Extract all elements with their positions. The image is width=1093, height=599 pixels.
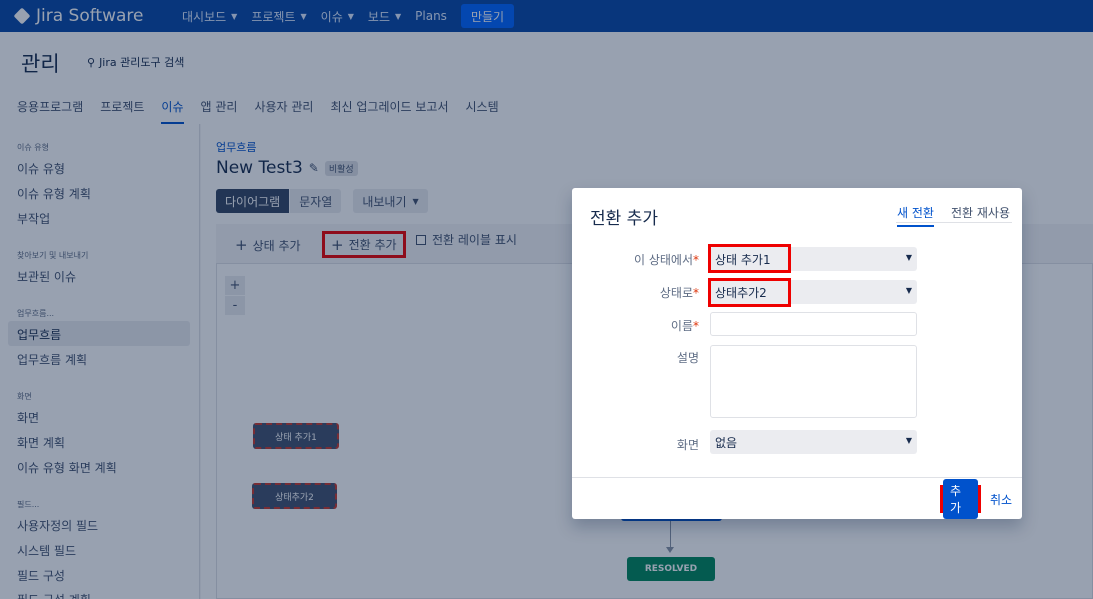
highlight-from-status	[708, 244, 791, 273]
chevron-down-icon: ▼	[905, 436, 912, 445]
chevron-down-icon: ▼	[905, 286, 912, 295]
dialog-footer-divider	[572, 477, 1022, 478]
name-input[interactable]	[710, 312, 917, 336]
add-transition-dialog: 전환 추가 새 전환 전환 재사용 이 상태에서* 상태 추가1 ▼ 상태로* …	[572, 188, 1022, 519]
name-label: 이름*	[589, 317, 699, 334]
from-status-label-text: 이 상태에서	[633, 253, 693, 267]
screen-select[interactable]: 없음 ▼	[710, 430, 917, 454]
from-status-label: 이 상태에서*	[589, 251, 699, 268]
tab-reuse-transition[interactable]: 전환 재사용	[951, 204, 1010, 225]
description-label: 설명	[676, 351, 699, 365]
description-textarea[interactable]	[710, 345, 917, 418]
add-button-label: 추가	[943, 479, 978, 519]
highlight-to-status	[708, 278, 791, 307]
screen-label: 화면	[676, 438, 699, 452]
to-status-label: 상태로*	[589, 284, 699, 301]
screen-value: 없음	[715, 435, 738, 450]
tab-new-transition[interactable]: 새 전환	[897, 204, 934, 227]
cancel-link[interactable]: 취소	[990, 491, 1012, 508]
required-marker: *	[693, 253, 699, 267]
to-status-label-text: 상태로	[659, 286, 693, 300]
required-marker: *	[693, 319, 699, 333]
add-button[interactable]: 추가	[940, 479, 981, 519]
dialog-title: 전환 추가	[590, 209, 658, 229]
chevron-down-icon: ▼	[905, 253, 912, 262]
required-marker: *	[693, 286, 699, 300]
name-label-text: 이름	[670, 319, 693, 333]
